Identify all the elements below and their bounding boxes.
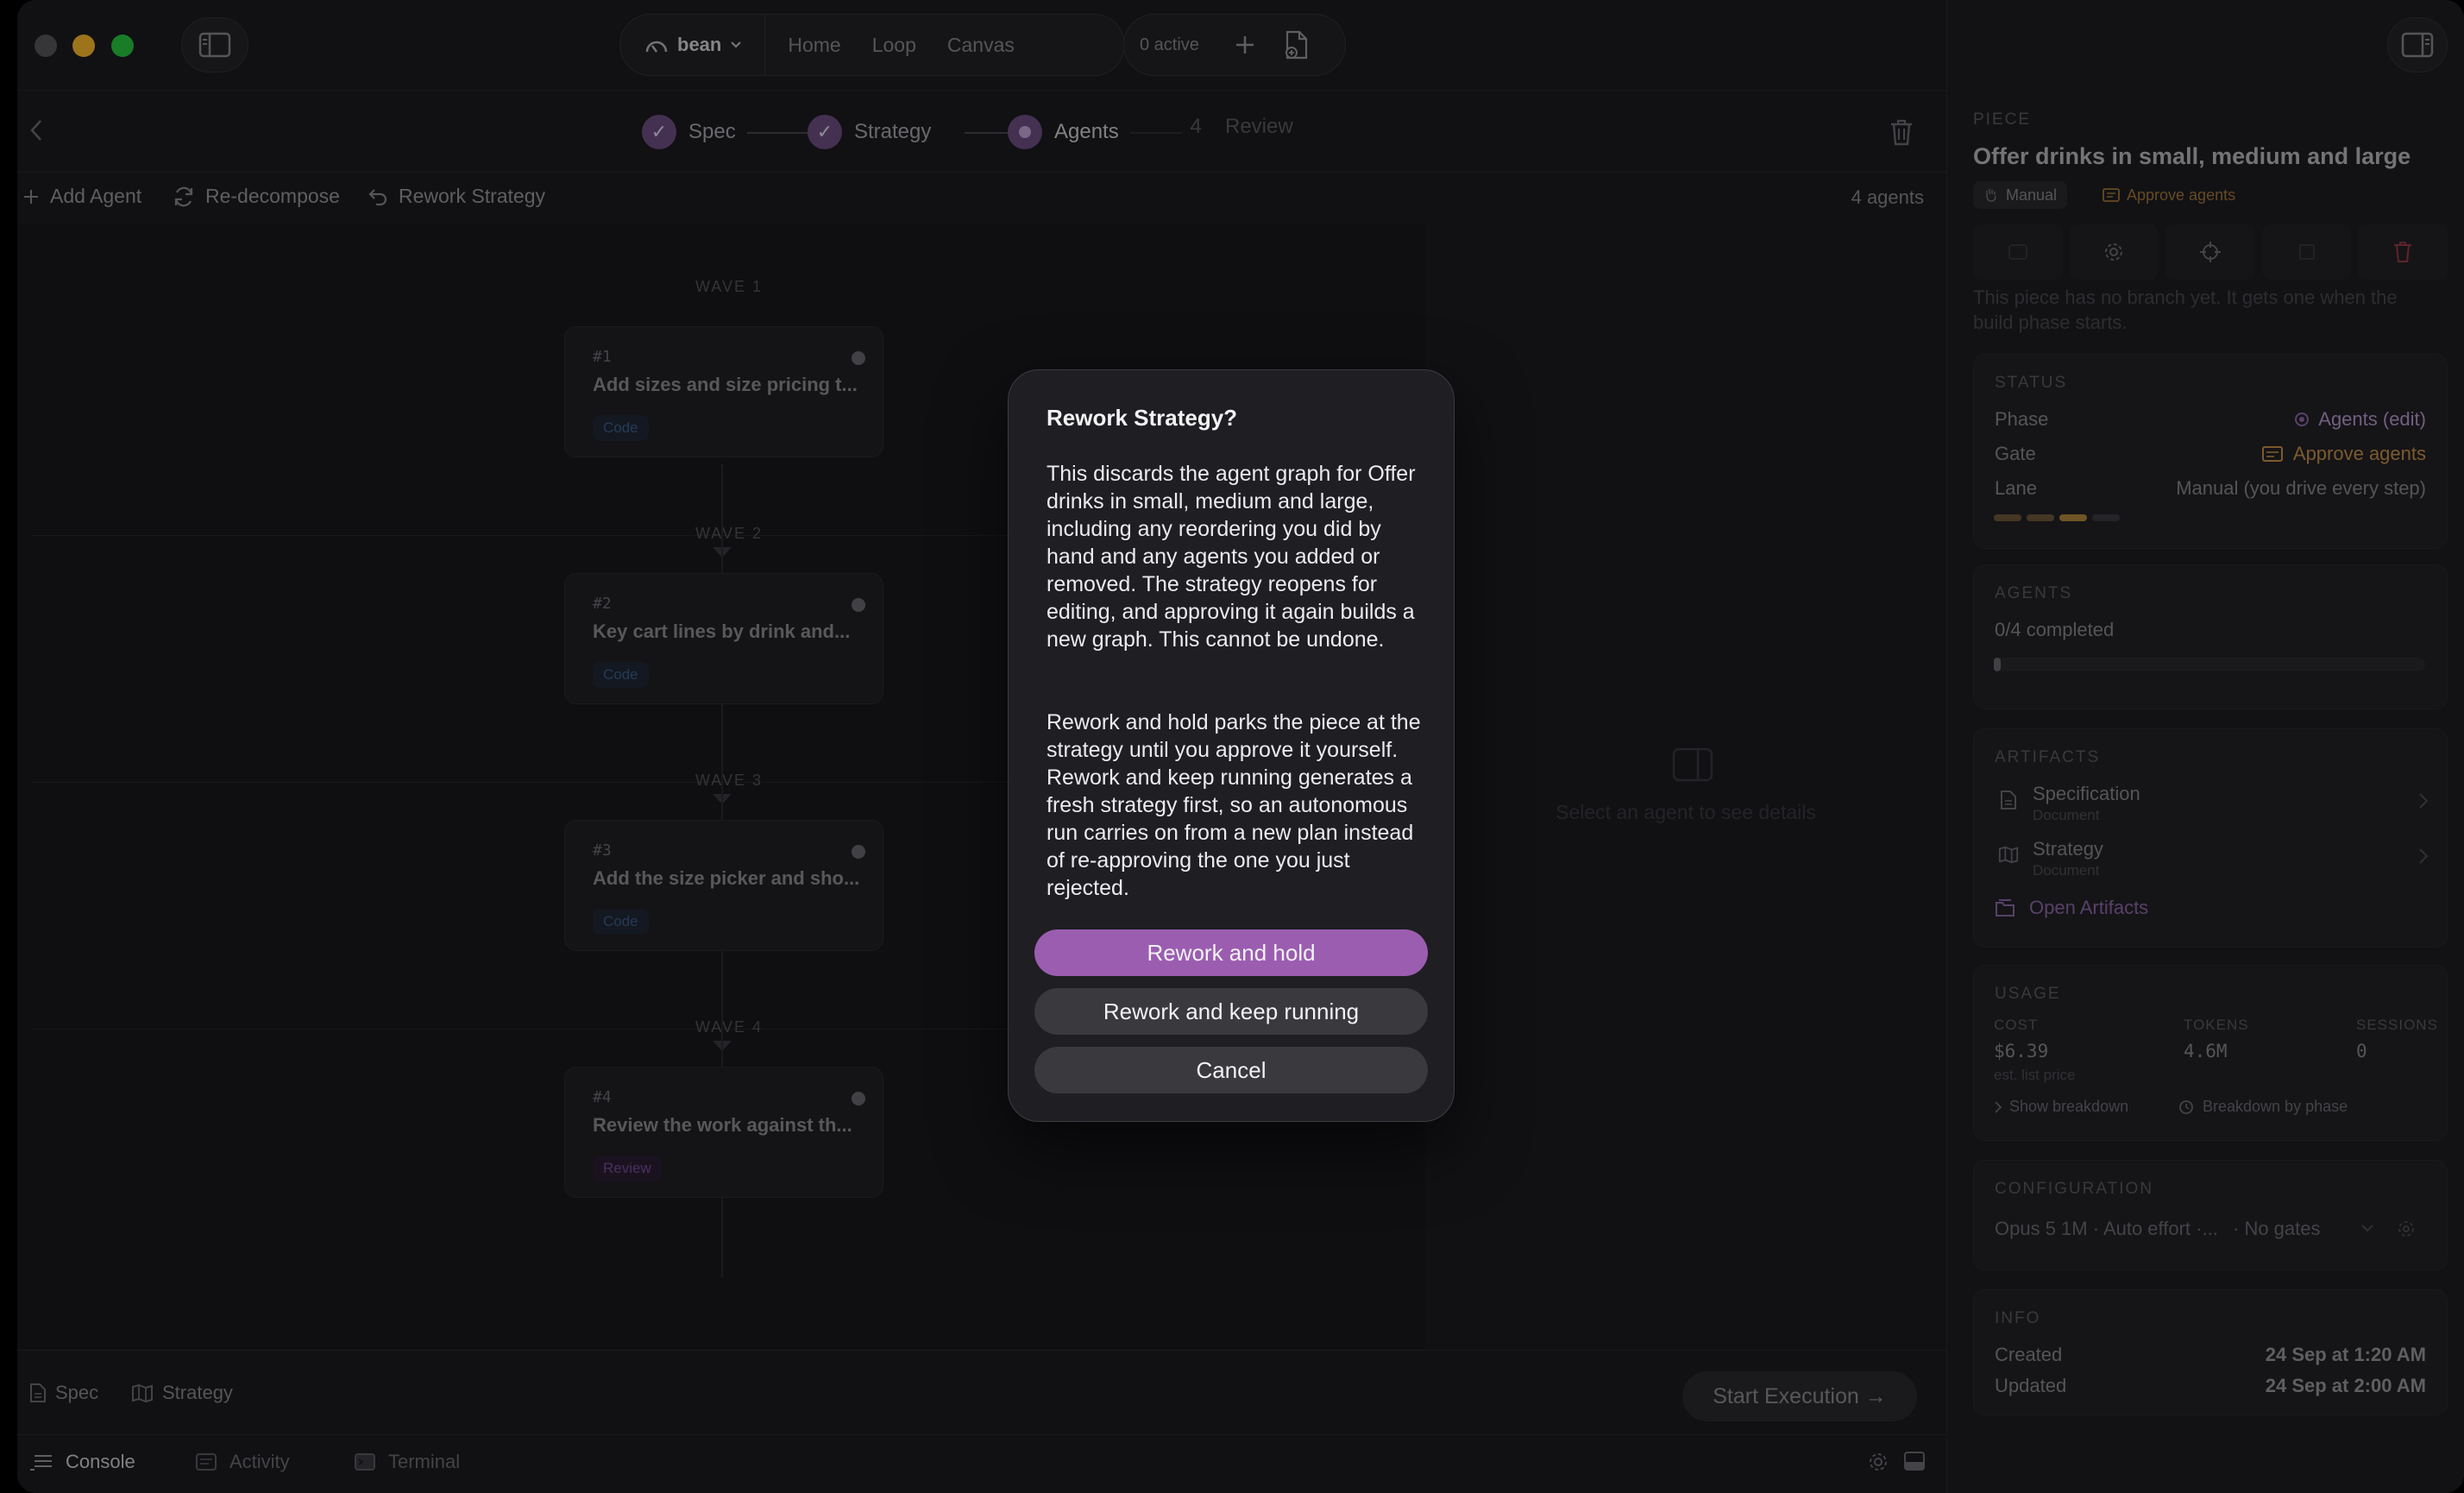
cancel-button[interactable]: Cancel <box>1034 1047 1428 1093</box>
rework-and-keep-running-button[interactable]: Rework and keep running <box>1034 988 1428 1035</box>
dialog-body-discard: This discards the agent graph for Offer … <box>1047 462 1416 652</box>
dialog-body-options: Rework and hold parks the piece at the s… <box>1047 710 1421 900</box>
rework-strategy-dialog: Rework Strategy? This discards the agent… <box>1008 369 1455 1122</box>
dialog-title: Rework Strategy? <box>1047 405 1238 431</box>
rework-and-hold-button[interactable]: Rework and hold <box>1034 929 1428 976</box>
